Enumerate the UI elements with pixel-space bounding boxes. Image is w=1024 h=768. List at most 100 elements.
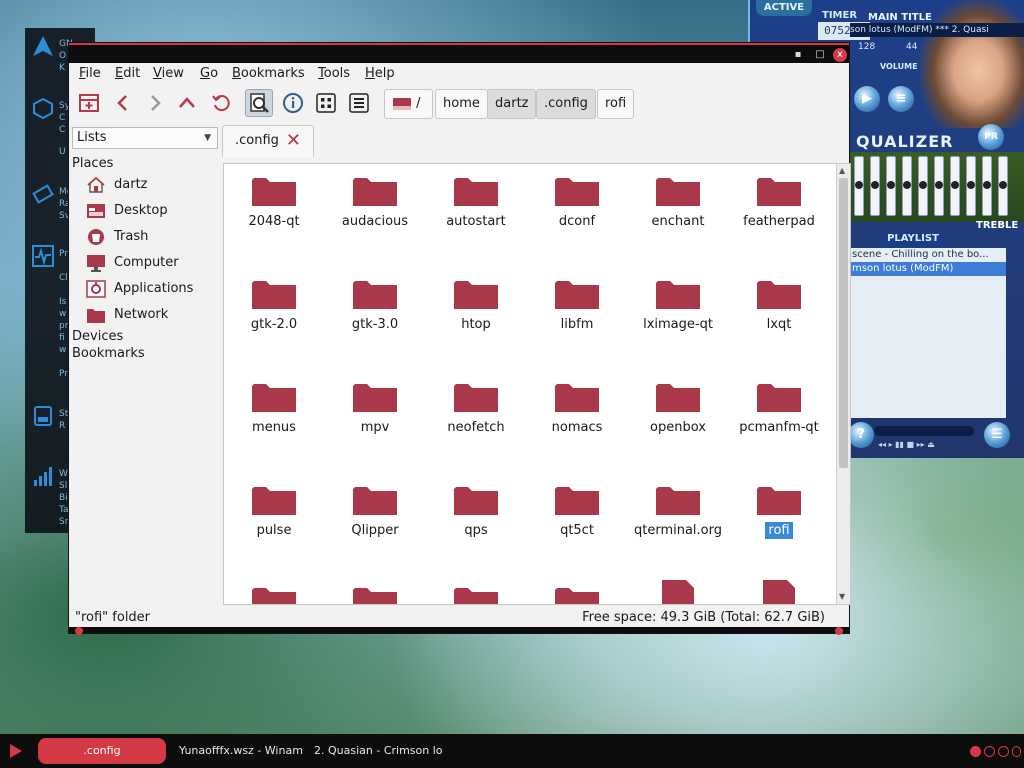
- devices-header[interactable]: Devices: [72, 328, 218, 345]
- task-quasian[interactable]: 2. Quasian - Crimson lo: [314, 738, 444, 764]
- maximize-button[interactable]: □: [813, 48, 827, 62]
- reload-button[interactable]: [207, 89, 235, 117]
- folder-icon: [252, 487, 296, 515]
- treble-label: TREBLE: [976, 220, 1019, 231]
- folder-item[interactable]: openbox: [628, 370, 728, 470]
- eq-slider[interactable]: [950, 156, 960, 216]
- folder-item[interactable]: autostart: [426, 164, 526, 264]
- folder-item[interactable]: qt5ct: [527, 473, 627, 573]
- workspace-3[interactable]: [998, 746, 1009, 757]
- scroll-down-icon[interactable]: ▼: [839, 592, 845, 601]
- menu-go[interactable]: Go: [200, 66, 218, 81]
- eq-slider[interactable]: [902, 156, 912, 216]
- folder-item[interactable]: gtk-2.0: [224, 267, 324, 367]
- menu-edit[interactable]: Edit: [115, 66, 140, 81]
- menu-help[interactable]: Help: [365, 66, 395, 81]
- folder-item[interactable]: lxqt: [729, 267, 829, 367]
- sidebar-item-trash[interactable]: Trash: [72, 224, 218, 250]
- bookmarks-header[interactable]: Bookmarks: [72, 345, 218, 362]
- vertical-scrollbar[interactable]: ▲ ▼: [836, 164, 850, 604]
- folder-item[interactable]: gtk-3.0: [325, 267, 425, 367]
- tab-config[interactable]: .config ✕: [222, 125, 314, 157]
- breadcrumb-config[interactable]: .config: [536, 89, 596, 119]
- window-bottom-border[interactable]: [69, 627, 849, 635]
- equalizer-sliders[interactable]: [850, 152, 1024, 222]
- workspace-4[interactable]: [1012, 746, 1021, 757]
- title-bar[interactable]: ▪ □ x: [69, 43, 849, 63]
- eq-slider[interactable]: [854, 156, 864, 216]
- eq-slider[interactable]: [934, 156, 944, 216]
- scroll-up-icon[interactable]: ▲: [839, 166, 845, 175]
- sidebar-mode-select[interactable]: Lists ▼: [72, 127, 218, 149]
- eq-slider[interactable]: [998, 156, 1008, 216]
- eq-slider[interactable]: [966, 156, 976, 216]
- grid-view-button[interactable]: [312, 89, 340, 117]
- folder-item[interactable]: 2048-qt: [224, 164, 324, 264]
- sidebar-item-dartz[interactable]: dartz: [72, 172, 218, 198]
- sidebar-item-network[interactable]: Network: [72, 302, 218, 328]
- new-tab-button[interactable]: [75, 89, 103, 117]
- folder-item[interactable]: libfm: [527, 267, 627, 367]
- menu-file[interactable]: File: [79, 66, 101, 81]
- eq-slider[interactable]: [870, 156, 880, 216]
- eq-slider[interactable]: [918, 156, 928, 216]
- folder-item[interactable]: featherpad: [729, 164, 829, 264]
- task-winamp[interactable]: Yunaofffx.wsz - Winam: [179, 738, 305, 764]
- close-button[interactable]: x: [833, 48, 847, 62]
- resize-handle-left[interactable]: [75, 627, 83, 635]
- close-tab-icon[interactable]: ✕: [286, 126, 301, 156]
- folder-item[interactable]: menus: [224, 370, 324, 470]
- folder-item[interactable]: dconf: [527, 164, 627, 264]
- places-header[interactable]: Places: [72, 155, 218, 172]
- folder-item[interactable]: pulse: [224, 473, 324, 573]
- scrollbar-thumb[interactable]: [839, 178, 848, 468]
- sidebar-item-desktop[interactable]: Desktop: [72, 198, 218, 224]
- folder-item[interactable]: Qlipper: [325, 473, 425, 573]
- folder-item[interactable]: pcmanfm-qt: [729, 370, 829, 470]
- path-root-button[interactable]: /: [384, 89, 433, 119]
- back-button[interactable]: [109, 89, 137, 117]
- playlist-item[interactable]: scene - Chilling on the bo...: [850, 248, 1006, 262]
- folder-item[interactable]: lximage-qt: [628, 267, 728, 367]
- workspace-1[interactable]: [970, 746, 981, 757]
- up-button[interactable]: [173, 89, 201, 117]
- play-button[interactable]: ▶: [854, 86, 880, 112]
- menu-button[interactable]: ≡: [888, 86, 914, 112]
- folder-item[interactable]: htop: [426, 267, 526, 367]
- menu-tools[interactable]: Tools: [318, 66, 350, 81]
- resize-handle-right[interactable]: [835, 627, 843, 635]
- minimize-button[interactable]: ▪: [791, 48, 805, 62]
- icon-view-button[interactable]: [245, 89, 273, 117]
- folder-item[interactable]: qps: [426, 473, 526, 573]
- folder-item[interactable]: rofi: [729, 473, 829, 573]
- playlist-menu-button[interactable]: ☰: [984, 422, 1010, 448]
- volume-label[interactable]: VOLUME: [880, 62, 918, 71]
- list-view-button[interactable]: [345, 89, 373, 117]
- breadcrumb-home[interactable]: home: [435, 89, 488, 119]
- help-button[interactable]: ?: [848, 422, 874, 448]
- forward-button[interactable]: [141, 89, 169, 117]
- folder-item[interactable]: enchant: [628, 164, 728, 264]
- folder-item[interactable]: mpv: [325, 370, 425, 470]
- start-menu-icon[interactable]: [10, 744, 22, 758]
- folder-item[interactable]: nomacs: [527, 370, 627, 470]
- seek-bar[interactable]: [874, 426, 974, 436]
- sidebar-item-applications[interactable]: Applications: [72, 276, 218, 302]
- workspace-2[interactable]: [984, 746, 995, 757]
- eq-slider[interactable]: [982, 156, 992, 216]
- breadcrumb-dartz[interactable]: dartz: [487, 89, 537, 119]
- transport-controls[interactable]: ◂◂ ▸ ▮▮ ■ ▸▸ ⏏: [878, 440, 968, 450]
- folder-item[interactable]: neofetch: [426, 370, 526, 470]
- folder-item[interactable]: qterminal.org: [628, 473, 728, 573]
- properties-button[interactable]: [279, 89, 307, 117]
- playlist-item[interactable]: mson lotus (ModFM): [850, 262, 1006, 276]
- folder-item[interactable]: audacious: [325, 164, 425, 264]
- eq-slider[interactable]: [886, 156, 896, 216]
- presets-button[interactable]: PR: [978, 124, 1004, 150]
- sidebar-item-computer[interactable]: Computer: [72, 250, 218, 276]
- menu-bookmarks[interactable]: Bookmarks: [232, 66, 305, 81]
- breadcrumb-rofi[interactable]: rofi: [597, 89, 635, 119]
- task-config[interactable]: .config: [38, 738, 166, 764]
- new-tab-icon: [79, 94, 99, 112]
- menu-view[interactable]: View: [153, 66, 184, 81]
